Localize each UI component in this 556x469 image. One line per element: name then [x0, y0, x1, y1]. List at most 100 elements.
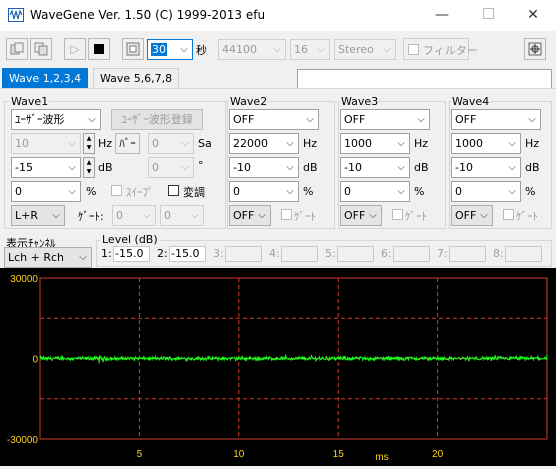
wave2-level-unit: dB: [303, 161, 318, 174]
x-tick-label: 20: [432, 449, 444, 460]
register-user-wave-button[interactable]: ﾕｰｻﾞｰ波形登録: [111, 109, 203, 130]
maximize-button[interactable]: [465, 0, 511, 31]
wave1-phase-value: 0: [152, 161, 159, 174]
title-bar: WaveGene Ver. 1.50 (C) 1999-2013 efu — ✕: [0, 0, 556, 31]
wave1-gate2-select[interactable]: 0 ⌵: [160, 205, 204, 226]
tab-wave-5-8[interactable]: Wave 5,6,7,8: [93, 68, 180, 88]
wave3-duty-select[interactable]: 0 ⌵: [340, 181, 410, 202]
level-channel-label: 7:: [437, 247, 448, 260]
chevron-down-icon: ⌵: [317, 44, 325, 55]
level-channel-label: 5:: [325, 247, 336, 260]
chevron-down-icon: ⌵: [180, 44, 188, 55]
wave1-sample-unit: Sa: [198, 137, 212, 150]
minimize-button[interactable]: —: [419, 0, 465, 31]
wave4-gate-select[interactable]: OFF ⌵: [451, 205, 493, 226]
wave2-level-value: -10: [233, 161, 251, 174]
wave4-level-select[interactable]: -10 ⌵: [451, 157, 521, 178]
wave4-duty-select[interactable]: 0 ⌵: [451, 181, 521, 202]
app-icon: [8, 8, 24, 22]
wave1-phase-select[interactable]: 0 ⌵: [148, 157, 194, 178]
sweep-checkbox[interactable]: [111, 185, 122, 196]
wave1-channel-select[interactable]: L+R ⌵: [11, 205, 65, 226]
bit-depth-value: 16: [294, 43, 308, 56]
bit-depth-select[interactable]: 16 ⌵: [290, 39, 330, 60]
wave1-type-select[interactable]: ﾕｰｻﾞｰ波形 ⌵: [11, 109, 101, 130]
wave2-type-select[interactable]: OFF ⌵: [229, 109, 319, 130]
wave1-gate1-select[interactable]: 0 ⌵: [112, 205, 156, 226]
chevron-down-icon: ⌵: [383, 44, 391, 55]
bar-button[interactable]: ﾊﾞｰ: [115, 133, 140, 154]
filter-checkbox[interactable]: [408, 44, 419, 55]
wave2-freq-select[interactable]: 22000 ⌵: [229, 133, 299, 154]
wave2-duty-value: 0: [233, 185, 240, 198]
duration-mode-icon[interactable]: [122, 38, 144, 60]
filter-toggle[interactable]: フィルター: [403, 38, 478, 60]
display-channel-select[interactable]: Lch + Rch ⌵: [4, 247, 92, 268]
wave3-level-unit: dB: [414, 161, 429, 174]
modulation-checkbox[interactable]: [168, 185, 179, 196]
wave1-type-value: ﾕｰｻﾞｰ波形: [15, 113, 65, 126]
chevron-down-icon: ⌵: [191, 210, 199, 221]
wave1-sample-select[interactable]: 0 ⌵: [148, 133, 194, 154]
stop-button[interactable]: [88, 38, 110, 60]
wave2-type-value: OFF: [233, 113, 255, 126]
x-tick-label: 10: [233, 449, 245, 460]
wave3-freq-unit: Hz: [414, 137, 429, 150]
wave1-freq-select[interactable]: 10 ⌵: [11, 133, 81, 154]
chevron-down-icon: ⌵: [369, 210, 377, 221]
wave1-freq-spinner[interactable]: ▲ ▼: [83, 133, 95, 154]
chevron-down-icon: ⌵: [181, 162, 189, 173]
tab-divider: [0, 88, 556, 89]
wave2-level-select[interactable]: -10 ⌵: [229, 157, 299, 178]
level-channel-value: [225, 246, 262, 262]
wave4-freq-value: 1000: [455, 137, 483, 150]
wave3-freq-select[interactable]: 1000 ⌵: [340, 133, 410, 154]
wave3-level-value: -10: [344, 161, 362, 174]
wave1-level-spinner[interactable]: ▲ ▼: [83, 157, 95, 178]
wave3-gate-select[interactable]: OFF ⌵: [340, 205, 382, 226]
wave1-duty-unit: %: [86, 185, 97, 198]
wave4-gate-checkbox[interactable]: [503, 209, 514, 220]
wave4-type-select[interactable]: OFF ⌵: [451, 109, 541, 130]
chevron-down-icon: ⌵: [508, 162, 516, 173]
message-box: [297, 69, 552, 89]
wave2-gate-label: ｹﾞｰﾄ: [294, 210, 316, 223]
play-button[interactable]: ▷: [64, 38, 86, 60]
chevron-down-icon: ⌵: [286, 138, 294, 149]
wave3-duty-value: 0: [344, 185, 351, 198]
close-button[interactable]: ✕: [510, 0, 556, 31]
paste-icon[interactable]: [30, 38, 52, 60]
level-channel-value: [449, 246, 486, 262]
wave4-freq-select[interactable]: 1000 ⌵: [451, 133, 521, 154]
wave1-phase-unit: °: [198, 159, 204, 172]
wave1-duty-value: 0: [15, 185, 22, 198]
level-channel-label: 4:: [269, 247, 280, 260]
window-title: WaveGene Ver. 1.50 (C) 1999-2013 efu: [30, 8, 266, 22]
wave3-level-select[interactable]: -10 ⌵: [340, 157, 410, 178]
duration-unit: 秒: [196, 44, 207, 57]
level-meter-title: Level (dB): [100, 233, 160, 246]
wave1-level-select[interactable]: -15 ⌵: [11, 157, 81, 178]
wave1-duty-select[interactable]: 0 ⌵: [11, 181, 81, 202]
chevron-down-icon: ⌵: [397, 138, 405, 149]
wave2-gate-select[interactable]: OFF ⌵: [229, 205, 271, 226]
sample-rate-select[interactable]: 44100 ⌵: [218, 39, 286, 60]
wave3-gate-checkbox[interactable]: [392, 209, 403, 220]
wave2-duty-select[interactable]: 0 ⌵: [229, 181, 299, 202]
chevron-down-icon: ⌵: [68, 186, 76, 197]
wave2-gate-checkbox[interactable]: [281, 209, 292, 220]
x-axis-label: ms: [375, 452, 388, 463]
settings-icon[interactable]: [524, 38, 546, 60]
tab-wave-1-4[interactable]: Wave 1,2,3,4: [2, 68, 89, 88]
sweep-label: ｽｲｰﾌﾟ: [126, 186, 154, 199]
wave3-gate-value: OFF: [344, 209, 366, 222]
duration-select[interactable]: 30 ⌵: [147, 39, 193, 60]
wave3-type-select[interactable]: OFF ⌵: [340, 109, 430, 130]
chevron-down-icon: ⌵: [528, 114, 536, 125]
filter-label: フィルター: [423, 44, 478, 57]
chevron-down-icon: ⌵: [286, 186, 294, 197]
chevron-down-icon: ⌵: [273, 44, 281, 55]
channels-select[interactable]: Stereo ⌵: [334, 39, 396, 60]
wave1-sample-value: 0: [152, 137, 159, 150]
copy-icon[interactable]: [6, 38, 28, 60]
